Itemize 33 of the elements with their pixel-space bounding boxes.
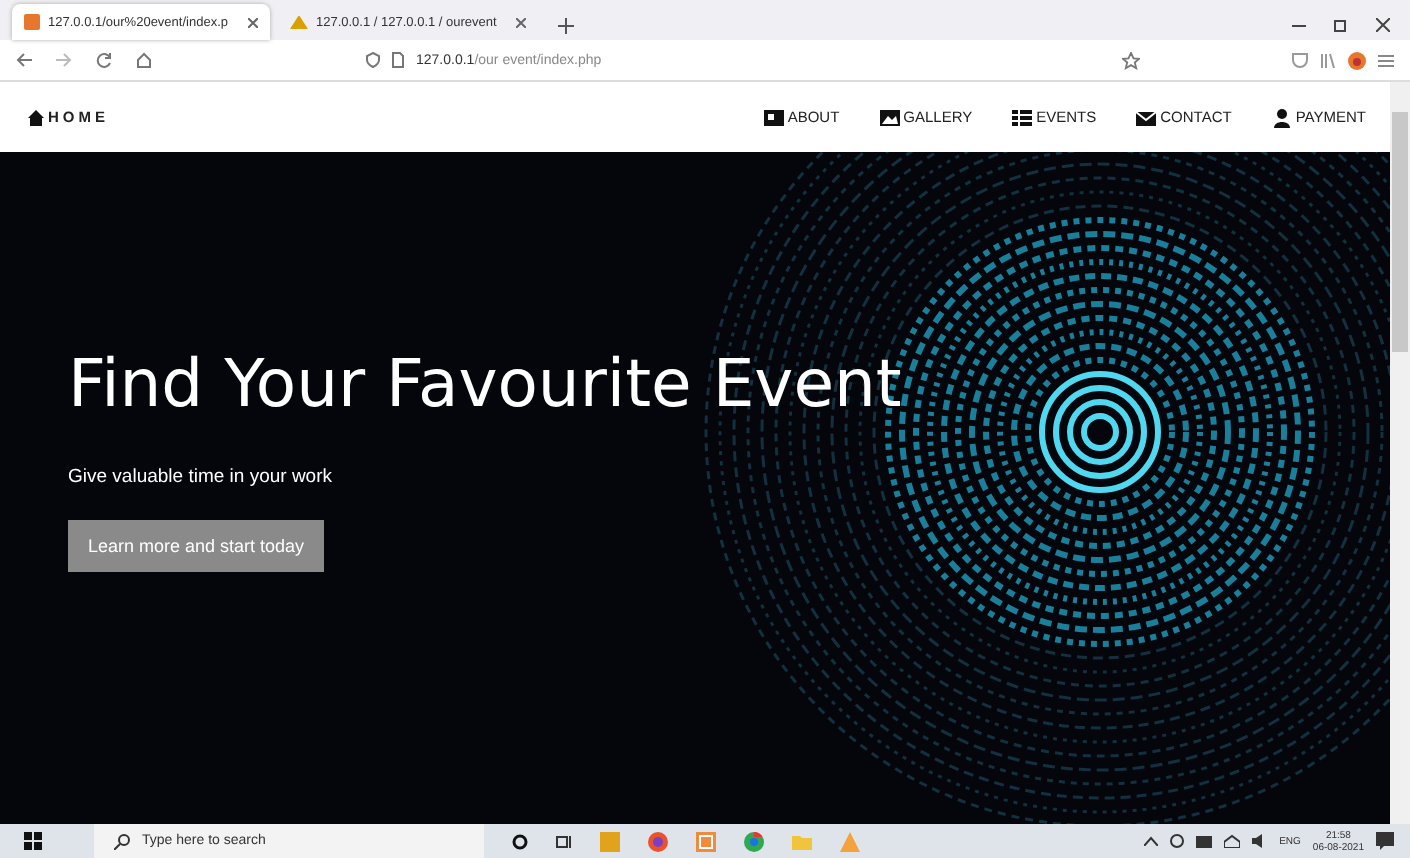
home-icon[interactable]	[136, 52, 152, 68]
image-icon	[879, 107, 900, 127]
chevron-up-icon[interactable]	[1143, 836, 1158, 846]
shield-icon	[366, 52, 380, 68]
menu-icon[interactable]	[1378, 53, 1394, 67]
close-tab-icon[interactable]	[247, 17, 258, 27]
windows-start-icon[interactable]	[24, 832, 42, 850]
new-tab-icon[interactable]	[558, 18, 575, 34]
library-icon[interactable]	[1320, 52, 1336, 68]
chrome-icon[interactable]	[744, 831, 764, 851]
envelope-icon	[1136, 107, 1157, 127]
hero-subtitle: Give valuable time in your work	[68, 466, 334, 488]
user-icon	[1271, 107, 1292, 127]
back-arrow-icon[interactable]	[16, 52, 32, 68]
close-icon[interactable]	[1376, 18, 1390, 32]
id-card-icon	[763, 107, 784, 127]
extension-icon[interactable]	[1348, 51, 1366, 69]
star-icon[interactable]	[1122, 51, 1140, 69]
close-tab-icon[interactable]	[516, 17, 527, 27]
home-icon	[28, 109, 44, 125]
tray-icon[interactable]	[1169, 834, 1184, 848]
list-icon	[1012, 107, 1033, 127]
task-view-icon[interactable]	[556, 833, 572, 849]
restore-icon[interactable]	[1334, 18, 1348, 32]
notification-icon[interactable]	[1376, 832, 1394, 850]
speaker-icon[interactable]	[1251, 834, 1268, 848]
reload-icon[interactable]	[96, 52, 112, 68]
firefox-icon[interactable]	[648, 831, 668, 851]
hero-title: Find Your Favourite Event	[68, 344, 904, 422]
circle-icon[interactable]	[512, 833, 528, 849]
page-icon	[392, 52, 404, 68]
scrollbar-thumb[interactable]	[1392, 112, 1408, 352]
search-icon	[114, 833, 130, 849]
